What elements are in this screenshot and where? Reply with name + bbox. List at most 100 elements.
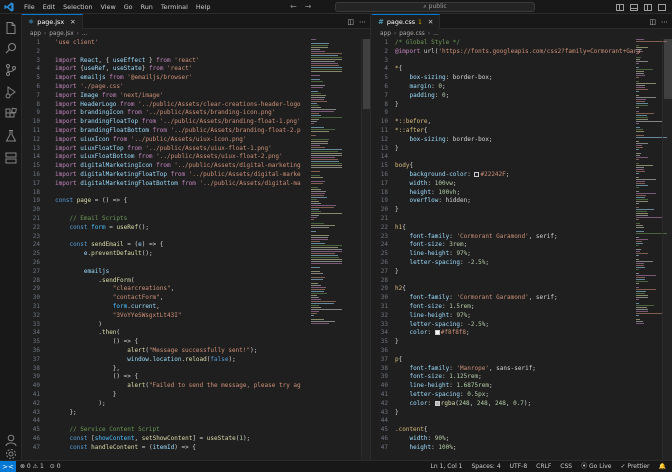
go-live-button[interactable]: ⦿ Go Live [581, 461, 611, 472]
menu-terminal[interactable]: Terminal [157, 0, 192, 14]
minimap-line [636, 181, 645, 182]
menu-edit[interactable]: Edit [39, 0, 59, 14]
minimap-line [311, 225, 336, 226]
menu-go[interactable]: Go [120, 0, 137, 14]
minimap-line [636, 163, 639, 164]
menu-selection[interactable]: Selection [59, 0, 96, 14]
cursor-position[interactable]: Ln 1, Col 1 [431, 461, 463, 472]
breadcrumb-item[interactable]: app [30, 29, 41, 39]
minimap-line [311, 305, 320, 306]
minimap-line [636, 277, 645, 278]
tab-label: page.jsx [37, 18, 65, 26]
minimap-line [311, 259, 342, 260]
line-number: 29 [380, 285, 388, 293]
breadcrumb-item[interactable]: app [380, 29, 391, 39]
customize-layout-icon[interactable] [658, 3, 666, 11]
breadcrumb-item[interactable]: page.jsx [49, 29, 73, 39]
code-text: font-family: 'Manrope', sans-serif; [409, 364, 536, 372]
minimap-line [311, 141, 329, 142]
split-editor-icon[interactable]: ◫ [347, 18, 354, 26]
tab-label: page.css [386, 18, 416, 26]
tab-page-jsx[interactable]: ⚛ page.jsx ✕ [22, 14, 83, 29]
minimap-line [311, 39, 317, 40]
language-mode[interactable]: CSS [560, 461, 572, 472]
minimap-line [311, 63, 338, 64]
breadcrumb-item[interactable]: ... [433, 29, 439, 39]
code-text: const sendEmail = (e) => { [69, 241, 164, 249]
more-actions-icon[interactable]: ⋯ [661, 18, 668, 26]
minimap-line [311, 231, 317, 232]
problems-indicator[interactable]: ⊗ 0 ⚠ 1 [20, 461, 44, 472]
menu-view[interactable]: View [97, 0, 120, 14]
minimap-line [311, 177, 323, 178]
split-editor-icon[interactable]: ◫ [649, 18, 656, 26]
editor-group-left: ⚛ page.jsx ✕ ◫ ⋯ app › page.jsx › ... 1 '… [22, 14, 371, 460]
menu-help[interactable]: Help [192, 0, 215, 14]
code-text: import uiuxFloatBottom from '../public/A… [55, 153, 283, 161]
forward-arrow-icon[interactable]: → [305, 0, 312, 14]
vertical-scrollbar[interactable] [662, 39, 672, 460]
end-of-line[interactable]: CRLF [536, 461, 551, 472]
minimap-line [311, 157, 335, 158]
prettier-status[interactable]: ✓ Prettier [621, 461, 650, 472]
close-icon[interactable]: ✕ [428, 18, 433, 26]
minimap-line [636, 101, 646, 102]
problem-count-badge: 1 [418, 18, 422, 26]
breadcrumb-item[interactable]: page.css [399, 29, 425, 39]
tab-page-css[interactable]: # page.css 1 ✕ [372, 14, 441, 29]
scrollbar-thumb[interactable] [363, 39, 370, 109]
back-arrow-icon[interactable]: ← [290, 0, 297, 14]
minimap-line [636, 51, 643, 52]
code-area[interactable]: 1 /* Global Style */ 2 @import url('https:/… [372, 39, 672, 460]
scrollbar-thumb[interactable] [664, 39, 672, 99]
line-number: 40 [380, 382, 388, 390]
testing-icon[interactable] [4, 128, 18, 142]
bell-icon[interactable]: 🔔 [659, 461, 666, 472]
toggle-panel-icon[interactable] [630, 3, 638, 11]
line-number: 12 [380, 135, 388, 143]
code-text: line-height: 1.6875rem; [409, 382, 493, 390]
remote-explorer-icon[interactable] [4, 150, 18, 164]
menu-run[interactable]: Run [137, 0, 157, 14]
minimap-line [636, 45, 639, 46]
line-number: 6 [384, 83, 388, 90]
menu-file[interactable]: File [20, 0, 39, 14]
code-text: } [395, 206, 399, 214]
line-number: 8 [384, 100, 388, 108]
minimap[interactable] [309, 39, 345, 460]
run-debug-icon[interactable] [4, 84, 18, 99]
color-swatch[interactable] [474, 172, 480, 177]
color-swatch[interactable] [434, 400, 440, 406]
account-icon[interactable] [4, 432, 18, 447]
minimap-line [311, 167, 342, 168]
source-control-icon[interactable] [4, 62, 18, 76]
minimap-line [311, 243, 325, 244]
code-text: box-sizing: border-box; [409, 74, 493, 82]
more-actions-icon[interactable]: ⋯ [359, 18, 366, 26]
line-number: 40 [32, 382, 40, 390]
files-icon[interactable] [4, 20, 18, 34]
gear-icon[interactable] [4, 446, 18, 460]
command-center-search[interactable]: ⌕ public [335, 2, 535, 12]
encoding[interactable]: UTF-8 [510, 461, 528, 472]
minimap-line [311, 191, 326, 192]
line-number: 38 [380, 364, 388, 372]
minimap-line [311, 95, 326, 96]
minimap-line [311, 55, 339, 56]
indentation[interactable]: Spaces: 4 [471, 461, 500, 472]
minimap-line [636, 273, 639, 274]
minimap-line [636, 279, 646, 280]
toggle-secondary-sidebar-icon[interactable] [644, 3, 652, 11]
color-swatch[interactable] [434, 330, 440, 336]
extensions-icon[interactable] [4, 106, 18, 120]
minimap-line [636, 53, 639, 54]
remote-indicator-button[interactable]: >< [0, 461, 16, 472]
close-icon[interactable]: ✕ [70, 18, 75, 26]
search-icon[interactable] [4, 40, 18, 54]
breadcrumb-item[interactable]: ... [82, 29, 88, 39]
line-number: 5 [384, 74, 388, 82]
vertical-scrollbar[interactable] [361, 39, 370, 460]
ports-indicator[interactable]: ⊙ 0 [50, 461, 61, 472]
toggle-sidebar-icon[interactable] [616, 3, 624, 11]
line-number: 32 [32, 311, 40, 319]
